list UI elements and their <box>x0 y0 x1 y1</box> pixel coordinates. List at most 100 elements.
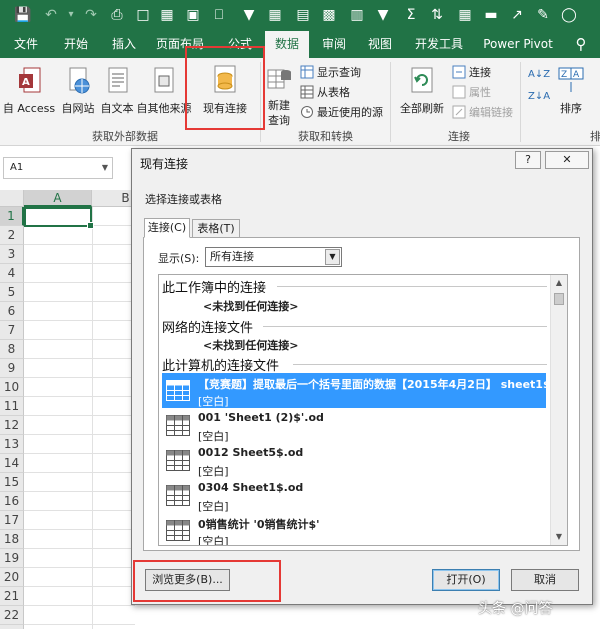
form-icon[interactable]: ▣ <box>184 6 202 24</box>
tab-tables[interactable]: 表格(T) <box>192 219 240 238</box>
pivot-icon[interactable]: ▥ <box>348 6 366 24</box>
sheet-row[interactable] <box>24 283 135 302</box>
row-header[interactable]: 19 <box>0 549 24 568</box>
sheet-row[interactable] <box>24 340 135 359</box>
search-icon[interactable]: ⚲ <box>568 31 594 58</box>
sort-descending-icon[interactable]: Z↓A <box>528 88 550 106</box>
tab-power-pivot[interactable]: Power Pivot <box>478 31 558 58</box>
connection-item[interactable]: 0304 Sheet1$.od [空白] <box>162 478 546 513</box>
undo-dropdown-icon[interactable]: ▾ <box>62 6 80 24</box>
row-header[interactable]: 4 <box>0 264 24 283</box>
sheet-row[interactable] <box>24 606 135 625</box>
row-header[interactable]: 14 <box>0 454 24 473</box>
connection-item[interactable]: 【竞赛题】提取最后一个括号里面的数据【2015年4月2日】 sheet1$ [空白… <box>162 373 551 408</box>
sheet-row[interactable] <box>24 511 135 530</box>
sheet-row[interactable] <box>24 530 135 549</box>
row-header[interactable]: 3 <box>0 245 24 264</box>
connections-list[interactable]: 此工作簿中的连接 <未找到任何连接> 网络的连接文件 <未找到任何连接> 此计算… <box>158 274 568 546</box>
from-web-button[interactable]: 自网站 <box>58 62 98 126</box>
filter-icon[interactable]: ▼ <box>240 6 258 24</box>
row-header[interactable]: 11 <box>0 397 24 416</box>
row-header[interactable]: 8 <box>0 340 24 359</box>
sheet-row[interactable] <box>24 378 135 397</box>
paste-icon[interactable]: ▦ <box>158 6 176 24</box>
row-header[interactable]: 12 <box>0 416 24 435</box>
sheet-row[interactable] <box>24 245 135 264</box>
tab-data[interactable]: 数据 <box>265 31 309 58</box>
row-header[interactable]: 6 <box>0 302 24 321</box>
row-header[interactable]: 23 <box>0 625 24 629</box>
active-cell-a1[interactable] <box>24 207 94 229</box>
sheet-row[interactable] <box>24 568 135 587</box>
sort-icon[interactable]: ⇅ <box>428 6 446 24</box>
sort-ascending-icon[interactable]: A↓Z <box>528 66 550 84</box>
scroll-up-icon[interactable]: ▲ <box>551 275 567 291</box>
merge-icon[interactable]: ▬ <box>482 6 500 24</box>
connection-item[interactable]: 0012 Sheet5$.od [空白] <box>162 443 546 478</box>
worksheet-grid[interactable]: A B 123456789101112131415161718192021222… <box>0 190 135 629</box>
show-select[interactable]: 所有连接 ▼ <box>205 247 342 267</box>
sort-button[interactable]: Z A 排序 <box>552 62 590 126</box>
column-header-b[interactable]: B <box>92 190 135 207</box>
row-header[interactable]: 13 <box>0 435 24 454</box>
row-header[interactable]: 18 <box>0 530 24 549</box>
paint-icon[interactable]: ✎ <box>534 6 552 24</box>
undo-icon[interactable]: ↶ <box>42 6 60 24</box>
from-text-button[interactable]: 自文本 <box>98 62 136 126</box>
tab-developer[interactable]: 开发工具 <box>408 31 470 58</box>
row-header[interactable]: 20 <box>0 568 24 587</box>
sheet-row[interactable] <box>24 302 135 321</box>
preview-icon[interactable]: ⎕ <box>210 6 228 24</box>
print-preview-icon[interactable]: ⎙ <box>108 6 126 24</box>
from-access-button[interactable]: A 自 Access <box>2 62 56 126</box>
list-scrollbar[interactable]: ▲ ▼ <box>550 275 567 545</box>
properties-button[interactable]: 属性 <box>452 84 491 102</box>
tab-review[interactable]: 审阅 <box>312 31 356 58</box>
tab-view[interactable]: 视图 <box>358 31 402 58</box>
new-query-button[interactable]: 新建 查询 <box>262 62 296 127</box>
sheet-row[interactable] <box>24 435 135 454</box>
refresh-all-button[interactable]: 全部刷新 <box>396 62 448 126</box>
row-header[interactable]: 1 <box>0 207 24 226</box>
sigma-icon[interactable]: Σ <box>402 6 420 24</box>
select-all-corner[interactable] <box>0 190 24 207</box>
sheet-row[interactable] <box>24 397 135 416</box>
sheet-row[interactable] <box>24 549 135 568</box>
sort-az-icon[interactable]: ▼ <box>374 6 392 24</box>
close-button[interactable]: ✕ <box>545 151 589 169</box>
open-button[interactable]: 打开(O) <box>432 569 500 591</box>
text-icon[interactable]: ▦ <box>456 6 474 24</box>
sheet-row[interactable] <box>24 264 135 283</box>
name-box[interactable]: A1 ▼ <box>3 157 113 179</box>
show-queries-button[interactable]: 显示查询 <box>300 64 361 82</box>
arrow-icon[interactable]: ↗ <box>508 6 526 24</box>
sheet-row[interactable] <box>24 226 135 245</box>
sheet-row[interactable] <box>24 492 135 511</box>
help-button[interactable]: ? <box>515 151 541 169</box>
tab-connections[interactable]: 连接(C) <box>144 218 190 238</box>
from-other-sources-button[interactable]: 自其他来源 <box>136 62 192 126</box>
save-icon[interactable]: 💾 <box>14 6 32 24</box>
sheet-row[interactable] <box>24 625 135 629</box>
scroll-down-icon[interactable]: ▼ <box>551 529 567 545</box>
sheet-row[interactable] <box>24 454 135 473</box>
row-header[interactable]: 7 <box>0 321 24 340</box>
row-header[interactable]: 21 <box>0 587 24 606</box>
from-table-button[interactable]: 从表格 <box>300 84 350 102</box>
redo-icon[interactable]: ↷ <box>82 6 100 24</box>
sheet-row[interactable] <box>24 359 135 378</box>
column-header-a[interactable]: A <box>24 190 92 207</box>
tab-file[interactable]: 文件 <box>4 31 48 58</box>
row-header[interactable]: 17 <box>0 511 24 530</box>
gauge-icon[interactable]: ◯ <box>560 6 578 24</box>
row-header[interactable]: 22 <box>0 606 24 625</box>
recent-sources-button[interactable]: 最近使用的源 <box>300 104 383 122</box>
row-header[interactable]: 16 <box>0 492 24 511</box>
row-header[interactable]: 5 <box>0 283 24 302</box>
scroll-thumb[interactable] <box>554 293 564 305</box>
connection-item[interactable]: 001 'Sheet1 (2)$'.od [空白] <box>162 408 546 443</box>
row-header[interactable]: 9 <box>0 359 24 378</box>
sheet-row[interactable] <box>24 473 135 492</box>
sheet-row[interactable] <box>24 587 135 606</box>
row-header[interactable]: 15 <box>0 473 24 492</box>
